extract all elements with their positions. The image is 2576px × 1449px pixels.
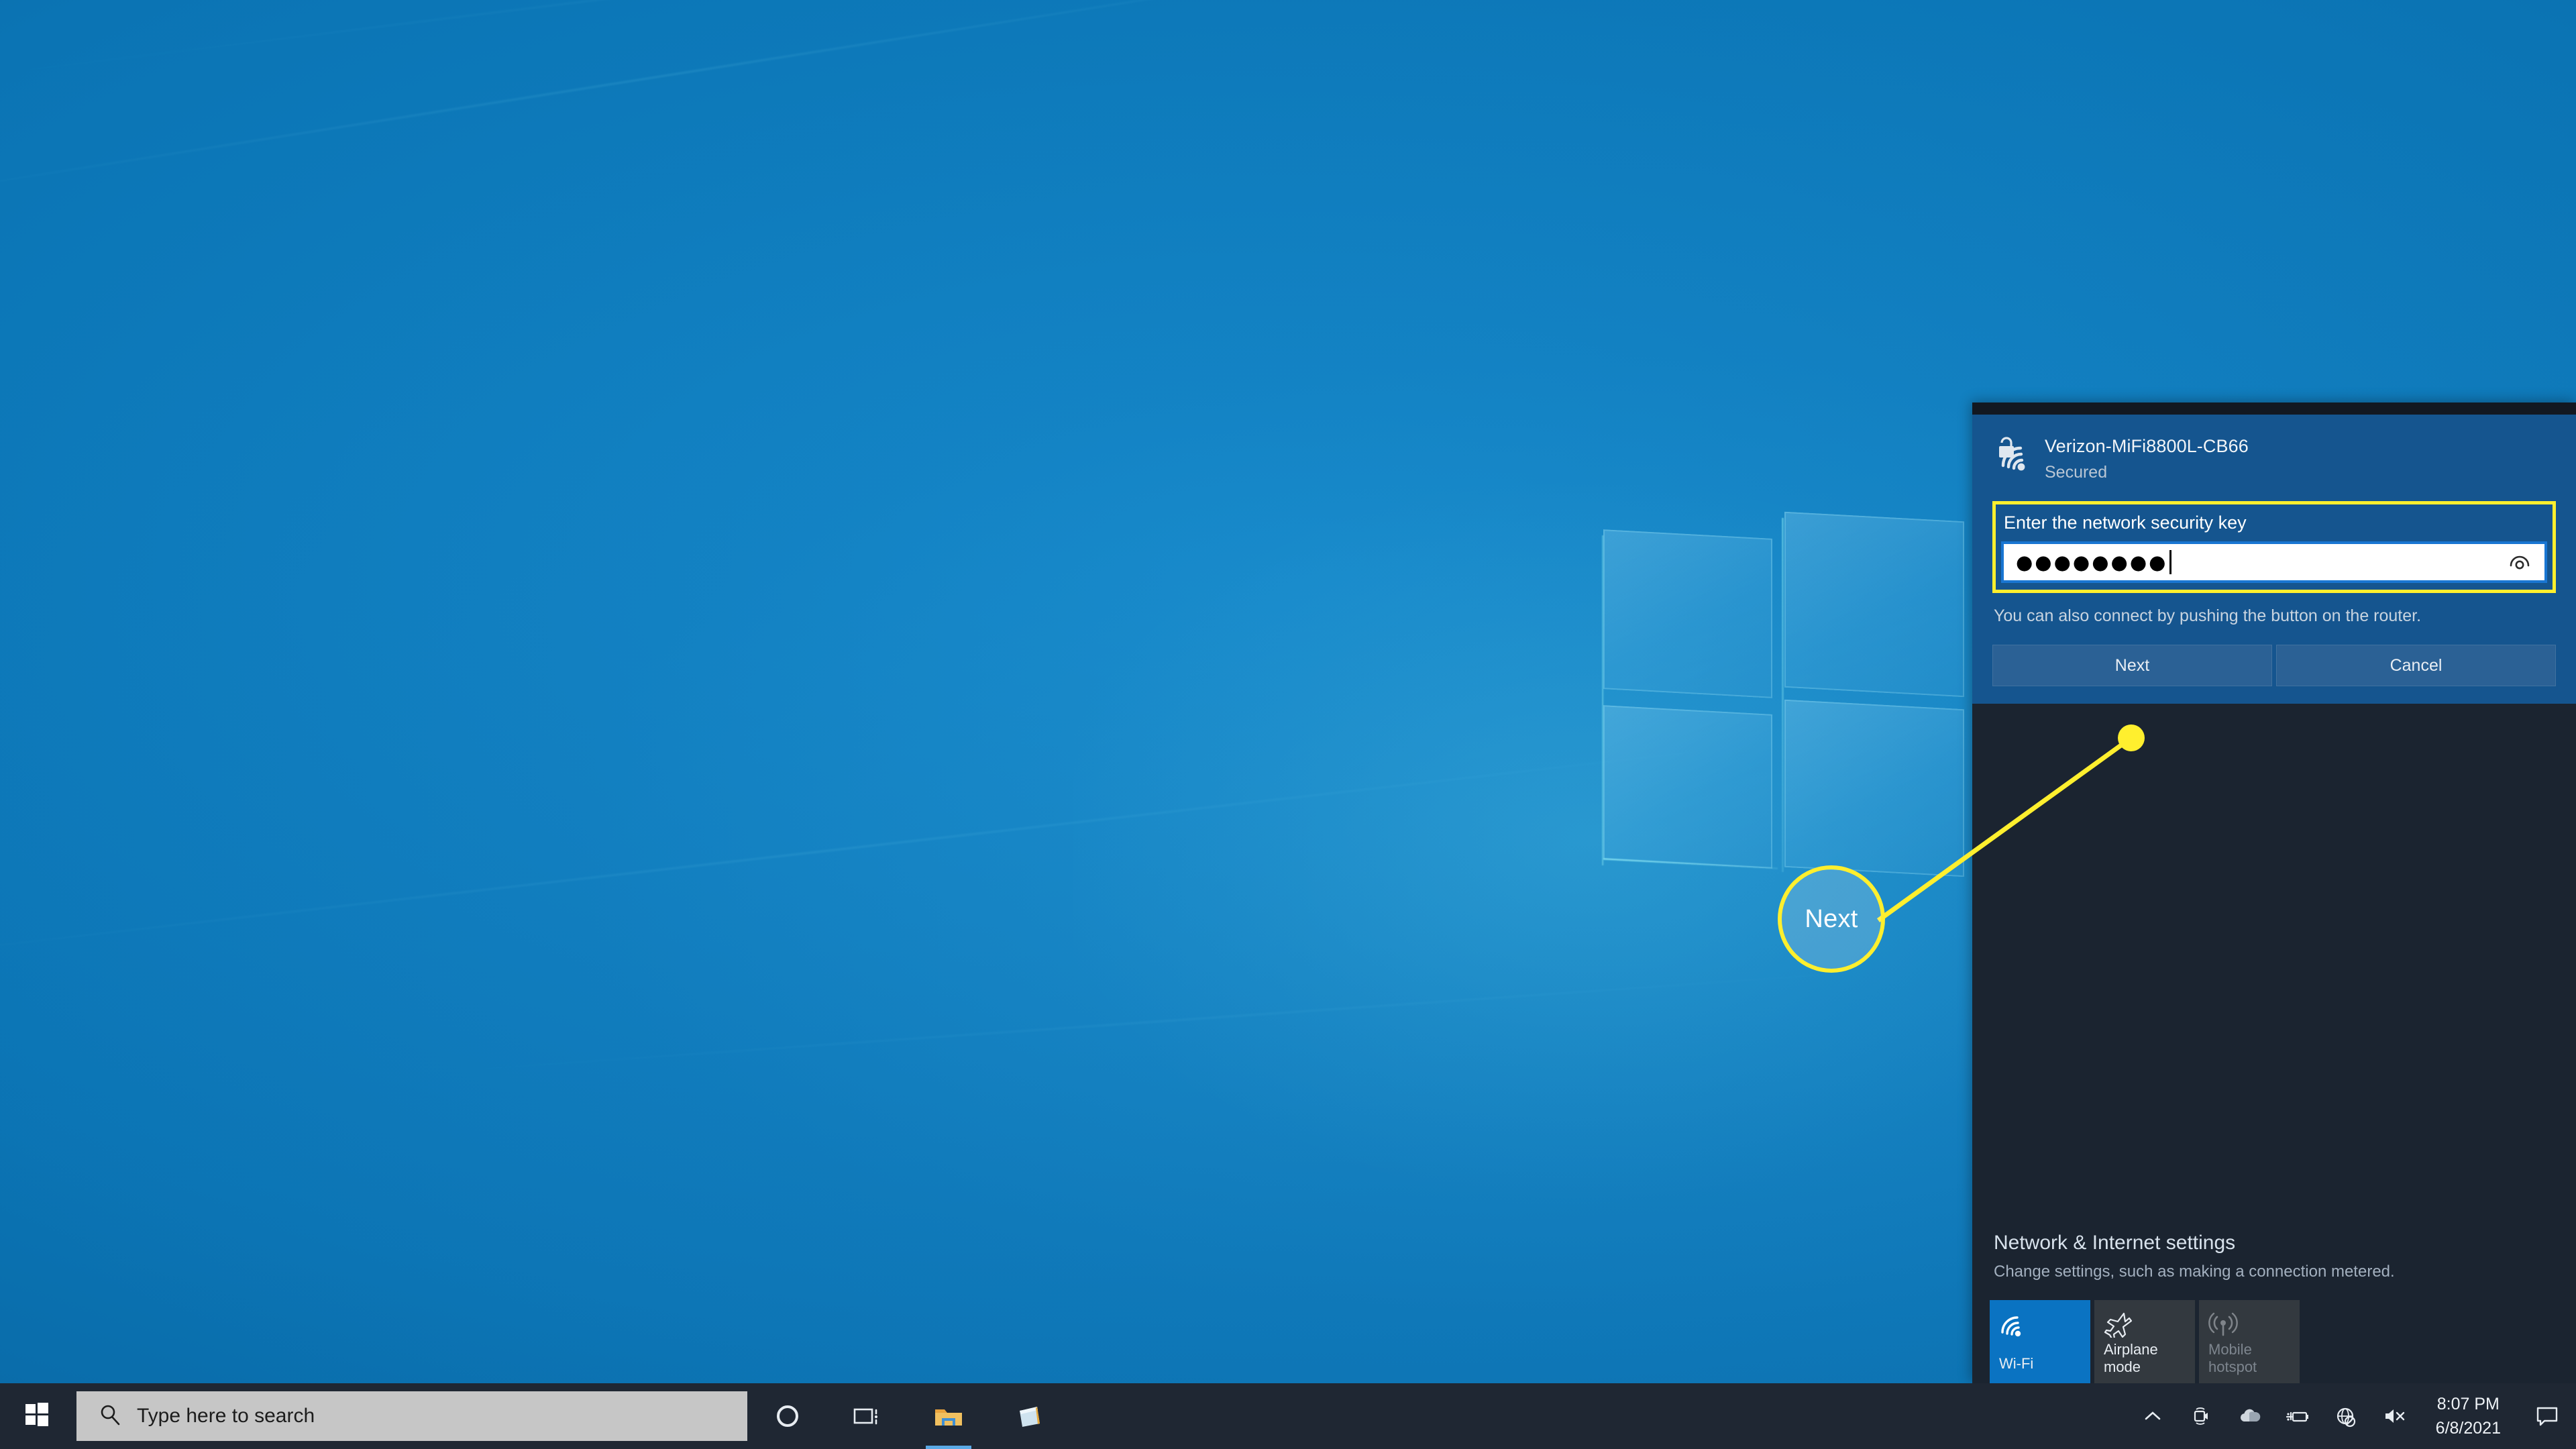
text-caret [2169, 550, 2172, 574]
task-view-icon[interactable] [828, 1383, 908, 1449]
system-tray [2129, 1383, 2418, 1449]
search-input[interactable]: Type here to search [76, 1391, 747, 1441]
selected-network-block[interactable]: Verizon-MiFi8800L-CB66 Secured Enter the… [1972, 415, 2576, 704]
logo-pane [1784, 511, 1964, 698]
taskbar-clock[interactable]: 8:07 PM 6/8/2021 [2418, 1383, 2518, 1449]
wallpaper-beam [402, 965, 1942, 1075]
network-ssid: Verizon-MiFi8800L-CB66 [2045, 436, 2249, 456]
tile-label: Airplane mode [2104, 1341, 2158, 1375]
clock-date: 6/8/2021 [2435, 1419, 2501, 1438]
push-button-hint: You can also connect by pushing the butt… [1994, 606, 2422, 625]
logo-pane [1603, 529, 1772, 698]
logo-edge [1782, 518, 1784, 872]
logo-pane [1784, 699, 1964, 877]
battery-charging-icon[interactable] [2273, 1383, 2322, 1449]
action-center-icon[interactable] [2518, 1383, 2576, 1449]
search-placeholder: Type here to search [137, 1405, 315, 1427]
windows-start-icon [23, 1401, 50, 1432]
password-annotated-region: Enter the network security key ●●●●●●●● [1992, 501, 2556, 593]
password-input[interactable]: ●●●●●●●● [2001, 541, 2547, 583]
network-security-status: Secured [2045, 463, 2108, 482]
settings-title: Network & Internet settings [1994, 1232, 2236, 1254]
wallpaper-beam [0, 0, 1265, 83]
next-button[interactable]: Next [1992, 645, 2272, 687]
onedrive-icon[interactable] [2225, 1383, 2273, 1449]
password-label: Enter the network security key [2004, 513, 2247, 533]
windows-logo-wallpaper [1590, 511, 1972, 892]
wifi-flyout-panel: Verizon-MiFi8800L-CB66 Secured Enter the… [1972, 402, 2576, 1383]
taskbar: Type here to search 8:07 PM 6/8/2021 [0, 1383, 2576, 1449]
quick-action-tiles: Wi-Fi Airplane mode Mobile hotspot [1990, 1300, 2576, 1383]
network-titles: Verizon-MiFi8800L-CB66 Secured [2045, 432, 2249, 482]
network-no-internet-icon[interactable] [2322, 1383, 2370, 1449]
start-button[interactable] [0, 1383, 74, 1449]
tile-label: Mobile hotspot [2208, 1341, 2257, 1375]
panel-empty-area [1972, 704, 2576, 1232]
panel-top-strip [1972, 402, 2576, 415]
settings-subtitle: Change settings, such as making a connec… [1994, 1263, 2395, 1281]
show-hidden-icons-chevron[interactable] [2129, 1383, 2177, 1449]
cortana-icon[interactable] [747, 1383, 828, 1449]
network-header: Verizon-MiFi8800L-CB66 Secured [1972, 415, 2576, 488]
password-masked-value: ●●●●●●●● [2016, 550, 2168, 574]
wifi-locked-icon [1994, 435, 2035, 476]
tile-label: Wi-Fi [1999, 1355, 2034, 1373]
network-internet-settings-link[interactable]: Network & Internet settings Change setti… [1972, 1232, 2576, 1281]
wallpaper-beam [0, 0, 1456, 203]
file-explorer-icon[interactable] [908, 1383, 989, 1449]
sticky-notes-icon[interactable] [989, 1383, 1069, 1449]
clock-time: 8:07 PM [2436, 1394, 2500, 1413]
cancel-button[interactable]: Cancel [2276, 645, 2556, 687]
volume-muted-icon[interactable] [2370, 1383, 2418, 1449]
eye-icon[interactable] [2508, 551, 2531, 574]
hotspot-icon [2208, 1311, 2290, 1341]
tile-airplane-mode[interactable]: Airplane mode [2094, 1300, 2195, 1383]
tile-mobile-hotspot[interactable]: Mobile hotspot [2199, 1300, 2300, 1383]
tile-wifi[interactable]: Wi-Fi [1990, 1300, 2090, 1383]
camera-icon[interactable] [2177, 1383, 2225, 1449]
wallpaper-beam [0, 739, 1799, 961]
wifi-icon [1999, 1311, 2081, 1341]
logo-pane [1603, 705, 1772, 869]
flyout-button-row: Next Cancel [1992, 645, 2556, 687]
airplane-icon [2104, 1311, 2186, 1341]
logo-edge [1602, 535, 1604, 865]
callout-next-label: Next [1778, 865, 1885, 973]
search-icon [98, 1403, 122, 1430]
